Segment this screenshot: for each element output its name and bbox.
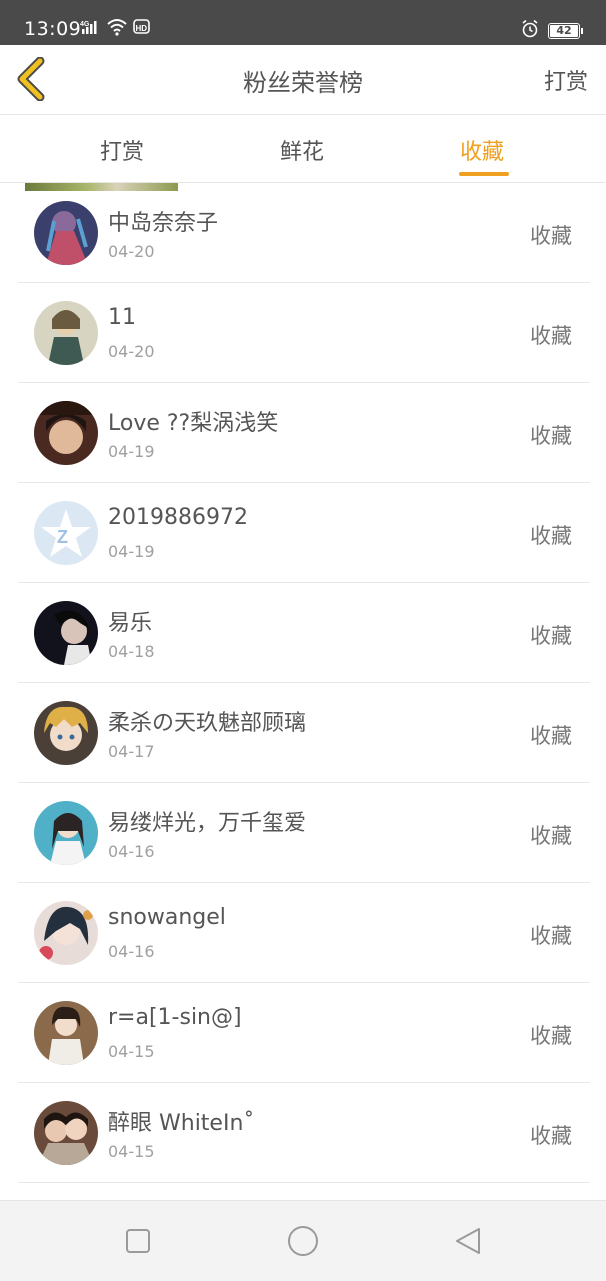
avatar <box>34 701 98 765</box>
status-icons-left: 4G HD <box>80 18 152 40</box>
tab-reward[interactable]: 打赏 <box>100 134 144 166</box>
fan-action-label: 收藏 <box>530 524 572 548</box>
fan-action-label: 收藏 <box>530 224 572 248</box>
fan-date: 04-19 <box>108 442 155 461</box>
fan-date: 04-15 <box>108 1142 155 1161</box>
fan-list-item[interactable]: 易缕烊光，万千玺爱 04-16 收藏 <box>18 783 590 883</box>
system-back-button[interactable] <box>452 1225 484 1257</box>
status-time: 13:09 <box>24 18 82 40</box>
avatar: Z <box>34 501 98 565</box>
fan-name: Love ??梨涡浅笑 <box>108 411 279 436</box>
avatar <box>34 901 98 965</box>
hd-icon: HD <box>132 17 152 41</box>
fan-date: 04-18 <box>108 642 155 661</box>
fan-date: 04-17 <box>108 742 155 761</box>
fan-name: 中岛奈奈子 <box>108 211 219 236</box>
fan-date: 04-20 <box>108 342 155 361</box>
svg-text:Z: Z <box>57 527 68 547</box>
svg-text:4G: 4G <box>80 21 90 28</box>
fan-list-item[interactable]: snowangel 04-16 收藏 <box>18 883 590 983</box>
wifi-icon <box>106 18 128 40</box>
fan-date: 04-16 <box>108 842 155 861</box>
fan-date: 04-20 <box>108 242 155 261</box>
fan-action-label: 收藏 <box>530 824 572 848</box>
fan-action-label: 收藏 <box>530 624 572 648</box>
fan-action-label: 收藏 <box>530 724 572 748</box>
fan-action-label: 收藏 <box>530 1024 572 1048</box>
fan-date: 04-19 <box>108 542 155 561</box>
page-title: 粉丝荣誉榜 <box>243 69 363 97</box>
fan-action-label: 收藏 <box>530 924 572 948</box>
circle-icon <box>288 1226 318 1256</box>
fan-list-item[interactable]: 11 04-20 收藏 <box>18 283 590 383</box>
tab-bar: 打赏 鲜花 收藏 <box>0 115 606 183</box>
fan-list-item[interactable]: r=a[1-sin@] 04-15 收藏 <box>18 983 590 1083</box>
avatar <box>34 1001 98 1065</box>
system-nav-bar <box>0 1200 606 1281</box>
avatar <box>34 801 98 865</box>
fan-name: 易乐 <box>108 611 153 636</box>
fan-action-label: 收藏 <box>530 1124 572 1148</box>
battery-indicator: 42 <box>548 23 583 39</box>
avatar <box>34 1101 98 1165</box>
tab-flowers[interactable]: 鲜花 <box>280 134 324 166</box>
alarm-icon <box>520 19 540 43</box>
fan-list-item[interactable]: 柔杀の天玖魅部顾璃 04-17 收藏 <box>18 683 590 783</box>
avatar <box>34 201 98 265</box>
fan-name: 易缕烊光，万千玺爱 <box>108 811 307 836</box>
avatar <box>34 601 98 665</box>
fan-name: snowangel <box>108 905 226 930</box>
fan-name: 2019886972 <box>108 505 248 530</box>
avatar <box>34 401 98 465</box>
svg-text:HD: HD <box>136 24 148 33</box>
tab-active-indicator <box>459 172 509 176</box>
fan-date: 04-16 <box>108 942 155 961</box>
fan-date: 04-15 <box>108 1042 155 1061</box>
app-header: 粉丝荣誉榜 打赏 <box>0 45 606 115</box>
signal-icon: 4G <box>80 19 102 39</box>
fan-list-item[interactable]: 醉眼 WhiteIn˚ 04-15 收藏 <box>18 1083 590 1183</box>
reward-button[interactable]: 打赏 <box>544 64 588 96</box>
home-button[interactable] <box>287 1225 319 1257</box>
fan-name: 11 <box>108 305 136 330</box>
triangle-back-icon <box>456 1228 480 1254</box>
fan-action-label: 收藏 <box>530 424 572 448</box>
battery-level: 42 <box>556 24 572 37</box>
status-bar: 13:09 4G HD 42 <box>0 0 606 45</box>
fan-name: 醉眼 WhiteIn˚ <box>108 1111 255 1136</box>
fan-name: 柔杀の天玖魅部顾璃 <box>108 711 307 736</box>
square-icon <box>126 1229 150 1253</box>
fan-list-item[interactable]: Z 2019886972 04-19 收藏 <box>18 483 590 583</box>
fan-list[interactable]: 中岛奈奈子 04-20 收藏 11 04-20 收藏 Love ??梨涡浅笑 0… <box>0 183 606 1200</box>
tab-favorites[interactable]: 收藏 <box>460 134 504 166</box>
fan-list-item[interactable]: Love ??梨涡浅笑 04-19 收藏 <box>18 383 590 483</box>
fan-name: r=a[1-sin@] <box>108 1005 242 1030</box>
fan-list-item[interactable]: 易乐 04-18 收藏 <box>18 583 590 683</box>
fan-list-item[interactable]: 中岛奈奈子 04-20 收藏 <box>18 183 590 283</box>
recent-apps-button[interactable] <box>122 1225 154 1257</box>
fan-action-label: 收藏 <box>530 324 572 348</box>
avatar <box>34 301 98 365</box>
status-icons-right: 42 <box>520 18 583 44</box>
